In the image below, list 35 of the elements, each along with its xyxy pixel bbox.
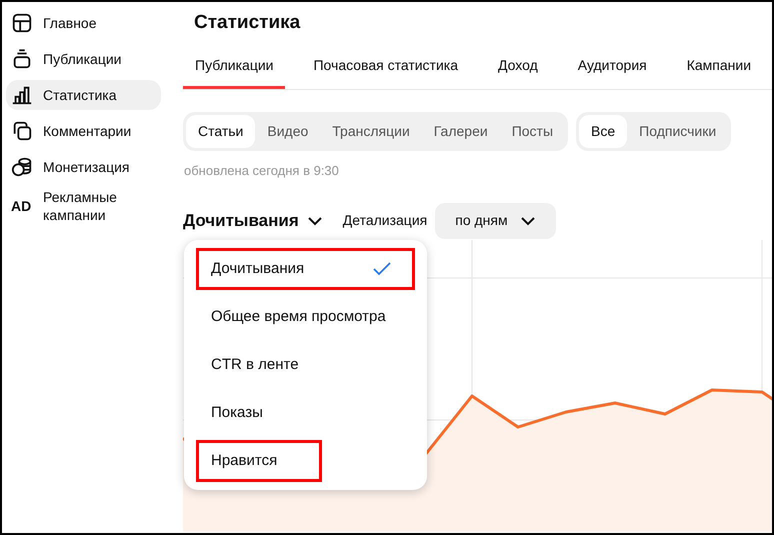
period-dropdown[interactable]: по дням <box>435 202 556 238</box>
sidebar-item[interactable]: Главное <box>6 8 161 38</box>
sidebar-item[interactable]: Публикации <box>6 44 161 74</box>
segment[interactable]: Посты <box>500 115 566 148</box>
tab[interactable]: Публикации <box>183 42 286 89</box>
segment[interactable]: Видео <box>255 115 320 148</box>
tab[interactable]: Почасовая статистика <box>301 42 470 89</box>
sidebar-item[interactable]: Статистика <box>6 80 161 110</box>
menu-item[interactable]: Нравится <box>196 440 322 482</box>
sidebar-item[interactable]: Монетизация <box>6 152 161 182</box>
menu-item[interactable]: CTR в ленте <box>196 344 344 386</box>
menu-item[interactable]: Показы <box>196 392 308 434</box>
stack-icon <box>11 48 33 70</box>
layout-icon <box>11 12 33 34</box>
metric-dropdown[interactable]: Дочитывания <box>183 208 323 234</box>
bar-chart-icon <box>11 84 33 106</box>
page-title: Статистика <box>193 11 302 35</box>
segment[interactable]: Подписчики <box>627 115 728 148</box>
sidebar-item[interactable]: Комментарии <box>6 116 161 146</box>
segment[interactable]: Все <box>579 115 628 148</box>
chevron-icon <box>306 216 323 226</box>
menu-item[interactable]: Дочитывания <box>196 248 415 290</box>
segment[interactable]: Статьи <box>186 115 256 148</box>
segment[interactable]: Трансляции <box>320 115 422 148</box>
segment[interactable]: Галереи <box>422 115 500 148</box>
tab[interactable]: Кампании <box>674 42 764 89</box>
detail-label: Детализация <box>342 211 428 230</box>
chevron-icon <box>520 216 536 226</box>
tab[interactable]: Доход <box>486 42 550 89</box>
menu-item[interactable]: Общее время просмотра <box>196 296 431 338</box>
chat-icon <box>11 120 33 142</box>
tab[interactable]: Аудитория <box>566 42 659 89</box>
ad-icon: AD <box>11 197 33 215</box>
updated-text: обновлена сегодня в 9:30 <box>183 162 340 180</box>
coins-icon <box>11 156 33 178</box>
